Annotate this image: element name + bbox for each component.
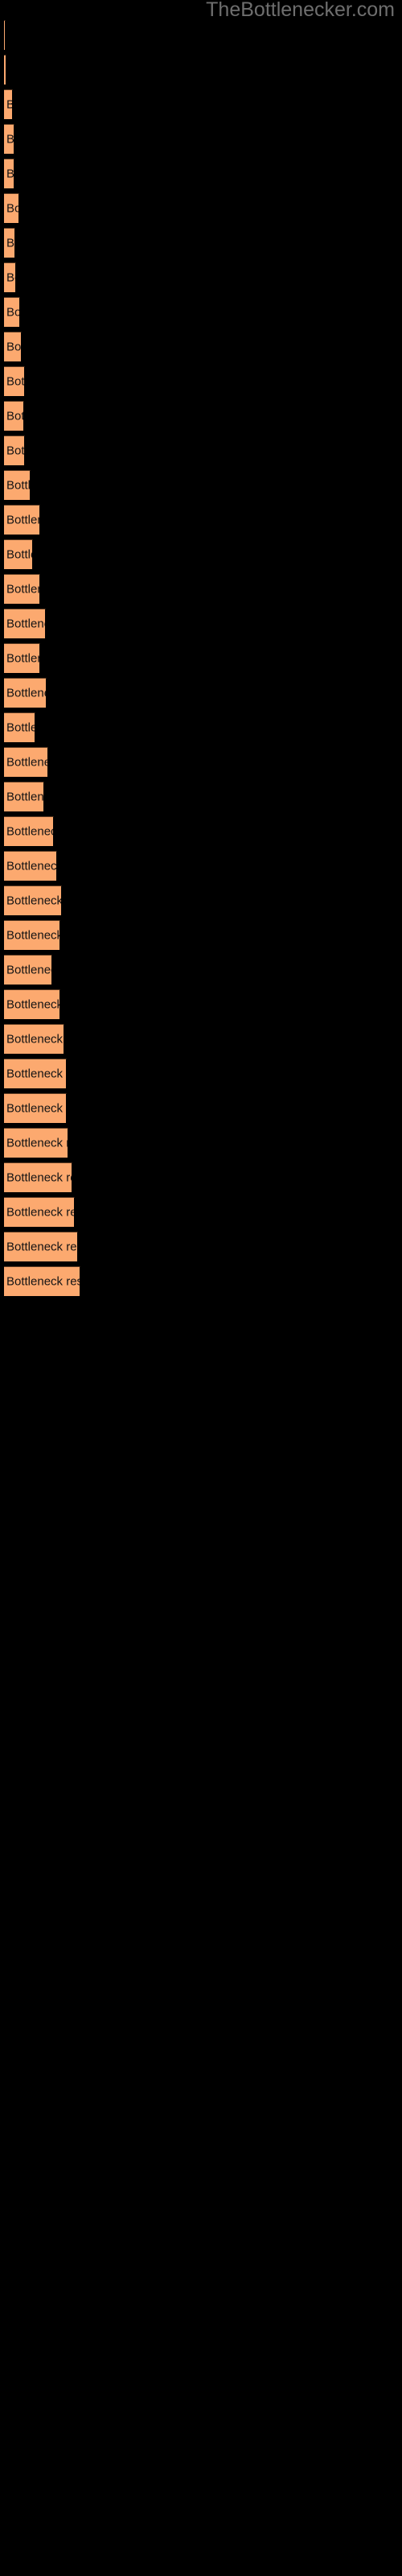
bar-label: Bottleneck result: [6, 513, 39, 527]
bar-segment[interactable]: Bottleneck result: [4, 89, 13, 119]
bar-label: Bottleneck result: [6, 894, 62, 908]
bar-label: Bottleneck result: [6, 1101, 66, 1116]
bar-label: Bottleneck result: [6, 1032, 64, 1046]
bar-segment[interactable]: Bottleneck result: [4, 332, 22, 361]
bar-label: Bottleneck result: [6, 790, 44, 804]
bar-segment[interactable]: Bottleneck result: [4, 678, 47, 708]
bar-segment[interactable]: Bottleneck result: [4, 1024, 64, 1054]
bar-label: Bottleneck result: [6, 270, 15, 285]
bar-segment[interactable]: Bottleneck result: [4, 20, 6, 50]
bar-label: Bottleneck result: [6, 582, 39, 597]
bar-segment[interactable]: Bottleneck result: [4, 193, 19, 223]
bar-label: Bottleneck result: [6, 444, 25, 458]
bar-label: Bottleneck result: [6, 305, 20, 320]
bar-label: Bottleneck result: [6, 409, 23, 423]
bar-segment[interactable]: Bottleneck result: [4, 1059, 67, 1088]
bar-segment[interactable]: Bottleneck result: [4, 228, 15, 258]
bar-segment[interactable]: Bottleneck result: [4, 574, 40, 604]
bar-label: Bottleneck result: [6, 963, 51, 977]
bar-segment[interactable]: Bottleneck result: [4, 989, 60, 1019]
bar-label: Bottleneck result: [6, 997, 60, 1012]
bar-segment[interactable]: Bottleneck result: [4, 470, 31, 500]
bar-label: Bottleneck result: [6, 824, 53, 839]
bar-series-container: Bottleneck result Bottleneck result Bottle…: [0, 0, 402, 2576]
bar-label: Bottleneck result: [6, 1205, 74, 1220]
bar-segment[interactable]: Bottleneck result: [4, 55, 6, 85]
bar-label: Bottleneck result: [6, 1136, 68, 1150]
bar-segment[interactable]: Bottleneck result: [4, 297, 20, 327]
bar-label: Bottleneck result: [6, 340, 22, 354]
bar-segment[interactable]: Bottleneck result: [4, 712, 35, 742]
bar-label: Bottleneck result: [6, 547, 32, 562]
bar-segment[interactable]: Bottleneck result: [4, 159, 14, 188]
bar-label: Bottleneck result: [6, 167, 14, 181]
bar-segment[interactable]: Bottleneck result: [4, 1093, 67, 1123]
bar-segment[interactable]: Bottleneck result: [4, 1266, 80, 1296]
bar-segment[interactable]: Bottleneck result: [4, 747, 48, 777]
bar-label: Bottleneck result: [6, 859, 57, 873]
bar-label: Bottleneck result: [6, 686, 46, 700]
bar-segment[interactable]: Bottleneck result: [4, 782, 44, 811]
bar-segment[interactable]: Bottleneck result: [4, 505, 40, 535]
bar-segment[interactable]: Bottleneck result: [4, 401, 24, 431]
bar-segment[interactable]: Bottleneck result: [4, 1128, 68, 1158]
bar-label: Bottleneck result: [6, 201, 18, 216]
bar-label: Bottleneck result: [6, 132, 14, 147]
bar-segment[interactable]: Bottleneck result: [4, 366, 25, 396]
bar-segment[interactable]: Bottleneck result: [4, 886, 62, 915]
bar-label: Bottleneck result: [6, 1170, 72, 1185]
bar-label: Bottleneck result: [6, 928, 60, 943]
bar-label: Bottleneck result: [6, 617, 45, 631]
bar-label: Bottleneck result: [6, 236, 15, 250]
bar-segment[interactable]: Bottleneck result: [4, 262, 16, 292]
bar-segment[interactable]: Bottleneck result: [4, 1232, 78, 1261]
bar-segment[interactable]: Bottleneck result: [4, 955, 52, 985]
bar-label: Bottleneck result: [6, 755, 47, 770]
bar-label: Bottleneck result: [6, 651, 39, 666]
bar-label: Bottleneck result: [6, 478, 31, 493]
bottleneck-bar-chart: TheBottlenecker.com Bottleneck resultBot…: [0, 0, 402, 2576]
bar-segment[interactable]: Bottleneck result: [4, 920, 60, 950]
bar-segment[interactable]: Bottleneck result: [4, 1197, 75, 1227]
bar-segment[interactable]: Bottleneck result: [4, 851, 57, 881]
bar-label: Bottleneck result: [6, 1067, 66, 1081]
bar-segment[interactable]: Bottleneck result: [4, 124, 14, 154]
bar-segment[interactable]: Bottleneck result: [4, 816, 54, 846]
bar-label: Bottleneck result: [6, 1274, 80, 1289]
bar-label: Bottleneck result: [6, 374, 25, 389]
bar-segment[interactable]: Bottleneck result: [4, 539, 33, 569]
bar-segment[interactable]: Bottleneck result: [4, 609, 46, 638]
bar-label: Bottleneck result: [6, 98, 12, 112]
bar-segment[interactable]: Bottleneck result: [4, 1162, 72, 1192]
bar-segment[interactable]: Bottleneck result: [4, 436, 25, 465]
bar-label: Bottleneck result: [6, 1240, 77, 1254]
bar-segment[interactable]: Bottleneck result: [4, 643, 40, 673]
bar-label: Bottleneck result: [6, 720, 35, 735]
